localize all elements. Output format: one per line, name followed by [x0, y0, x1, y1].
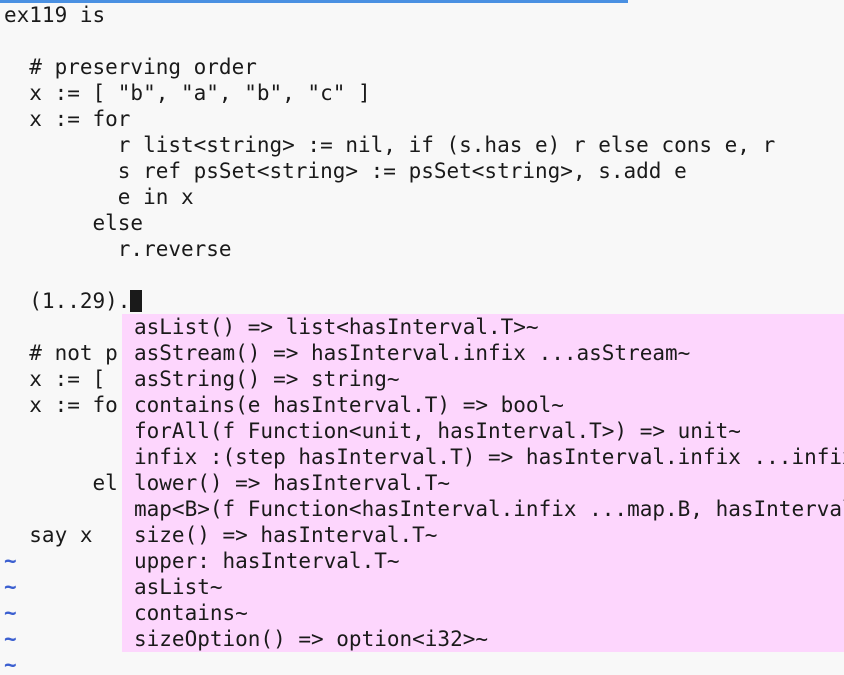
code-line: x := for — [4, 107, 131, 131]
code-line: e in x — [4, 185, 194, 209]
code-line: x := [ — [4, 367, 106, 391]
completion-item[interactable]: contains~ — [134, 600, 248, 626]
code-line: r list<string> := nil, if (s.has e) r el… — [4, 133, 776, 157]
code-line: # preserving order — [4, 55, 257, 79]
empty-line-tilde: ~ — [4, 627, 17, 651]
code-line: x := [ "b", "a", "b", "c" ] — [4, 81, 371, 105]
completion-item[interactable]: asString() => string~ — [134, 366, 400, 392]
completion-item[interactable]: upper: hasInterval.T~ — [134, 548, 400, 574]
code-line: s ref psSet<string> := psSet<string>, s.… — [4, 159, 687, 183]
completion-item[interactable]: sizeOption() => option<i32>~ — [134, 626, 488, 652]
completion-item[interactable]: contains(e hasInterval.T) => bool~ — [134, 392, 564, 418]
completion-item[interactable]: forAll(f Function<unit, hasInterval.T>) … — [134, 418, 741, 444]
completion-item[interactable]: lower() => hasInterval.T~ — [134, 470, 450, 496]
completion-item[interactable]: map<B>(f Function<hasInterval.infix ...m… — [134, 496, 844, 522]
code-line: else — [4, 211, 144, 235]
completion-popup[interactable]: asList() => list<hasInterval.T>~ asStrea… — [122, 314, 844, 652]
completion-item[interactable]: asList~ — [134, 574, 223, 600]
code-line: # not p — [4, 341, 118, 365]
code-line: ex119 is — [4, 3, 106, 27]
empty-line-tilde: ~ — [4, 575, 17, 599]
code-line: el — [4, 471, 118, 495]
completion-item[interactable]: infix :(step hasInterval.T) => hasInterv… — [134, 444, 844, 470]
empty-line-tilde: ~ — [4, 653, 17, 675]
empty-line-tilde: ~ — [4, 549, 17, 573]
completion-item[interactable]: asStream() => hasInterval.infix ...asStr… — [134, 340, 690, 366]
code-line: x := fo — [4, 393, 118, 417]
code-line-current: (1..29). — [4, 288, 143, 314]
code-line: say x — [4, 523, 93, 547]
completion-item[interactable]: size() => hasInterval.T~ — [134, 522, 437, 548]
completion-item[interactable]: asList() => list<hasInterval.T>~ — [134, 314, 539, 340]
empty-line-tilde: ~ — [4, 601, 17, 625]
text-cursor — [130, 290, 143, 312]
code-line-text: (1..29). — [4, 289, 131, 313]
code-line: r.reverse — [4, 237, 232, 261]
